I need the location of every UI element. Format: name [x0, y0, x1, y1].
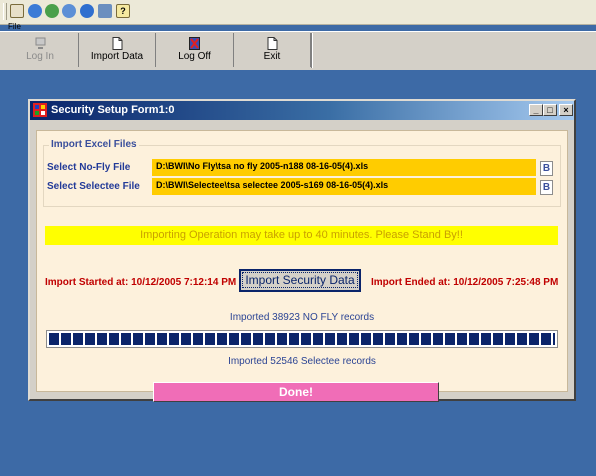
- selectee-status: Imported 52546 Selectee records: [228, 356, 376, 367]
- selectee-file-field[interactable]: D:\BWI\Selectee\tsa selectee 2005-s169 0…: [152, 178, 536, 195]
- import-data-button[interactable]: Import Data: [79, 33, 156, 67]
- main-toolbar: Log In Import Data Log Off Exit: [0, 31, 596, 71]
- selectee-file-label: Select Selectee File: [47, 181, 140, 192]
- import-excel-legend: Import Excel Files: [49, 139, 139, 150]
- add-icon[interactable]: [62, 4, 76, 18]
- document-icon: [112, 37, 122, 50]
- help-icon[interactable]: ?: [116, 4, 130, 18]
- no-fly-status: Imported 38923 NO FLY records: [229, 312, 375, 323]
- calculator-icon[interactable]: [98, 4, 112, 18]
- security-setup-window: Security Setup Form1:0 _ □ × Import Exce…: [28, 99, 576, 402]
- no-fly-file-field[interactable]: D:\BWI\No Fly\tsa no fly 2005-n188 08-16…: [152, 159, 536, 176]
- document-icon: [267, 37, 277, 50]
- window-app-icon: [33, 103, 47, 117]
- done-button[interactable]: Done!: [153, 382, 439, 402]
- selectee-browse-button[interactable]: B: [540, 180, 553, 195]
- wait-banner: Importing Operation may take up to 40 mi…: [45, 226, 558, 245]
- window-titlebar[interactable]: Security Setup Form1:0 _ □ ×: [30, 101, 574, 120]
- progress-fill: [49, 333, 555, 345]
- import-excel-group: [43, 145, 561, 207]
- file-menu[interactable]: File: [8, 23, 21, 31]
- maximize-button[interactable]: □: [543, 104, 557, 116]
- no-fly-file-label: Select No-Fly File: [47, 162, 131, 173]
- login-button[interactable]: Log In: [2, 33, 79, 67]
- import-security-data-button[interactable]: Import Security Data: [239, 269, 361, 292]
- close-button[interactable]: ×: [559, 104, 573, 116]
- import-button-label: Import Security Data: [242, 272, 358, 288]
- quick-launch-bar: ?: [0, 0, 596, 25]
- open-icon[interactable]: [10, 4, 24, 18]
- exit-button[interactable]: Exit: [234, 33, 311, 67]
- import-progress-bar: [46, 330, 558, 348]
- toolbar-separator: [311, 33, 313, 68]
- ie-icon[interactable]: [80, 4, 94, 18]
- form-panel: Import Excel Files Select No-Fly File D:…: [36, 130, 568, 392]
- import-started-label: Import Started at: 10/12/2005 7:12:14 PM: [45, 277, 237, 288]
- toolbar-grip[interactable]: [3, 3, 7, 20]
- no-fly-browse-button[interactable]: B: [540, 161, 553, 176]
- logoff-icon: [189, 37, 200, 50]
- contacts-icon[interactable]: [45, 4, 59, 18]
- minimize-button[interactable]: _: [529, 104, 543, 116]
- window-title: Security Setup Form1:0: [51, 104, 175, 116]
- computer-icon: [35, 37, 45, 49]
- help-agent-icon[interactable]: [28, 4, 42, 18]
- log-off-button[interactable]: Log Off: [156, 33, 234, 67]
- import-ended-label: Import Ended at: 10/12/2005 7:25:48 PM: [371, 277, 559, 288]
